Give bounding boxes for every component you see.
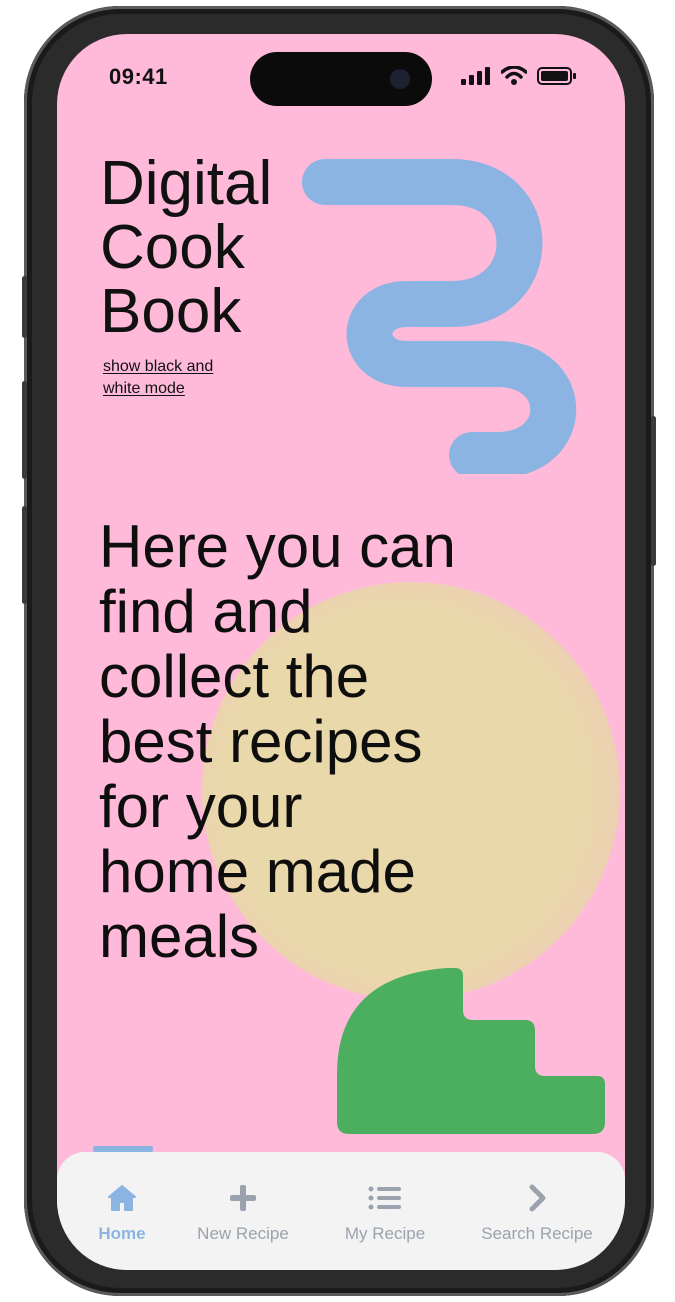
hero-line: home made: [99, 838, 416, 905]
volume-up-button: [22, 381, 27, 479]
hero-line: Here you can: [99, 513, 456, 580]
volume-down-button: [22, 506, 27, 604]
chevron-right-icon: [529, 1184, 546, 1212]
tab-home[interactable]: Home: [57, 1182, 192, 1244]
app-title: Digital Cook Book: [100, 152, 272, 344]
tab-label: New Recipe: [197, 1224, 289, 1243]
hero-line: meals: [99, 903, 260, 970]
decorative-wave-shape: [302, 159, 577, 474]
status-icons: [461, 66, 577, 86]
mute-switch: [22, 276, 27, 338]
status-time: 09:41: [109, 64, 168, 89]
power-button: [651, 416, 656, 566]
tab-my-recipe[interactable]: My Recipe: [315, 1182, 455, 1244]
plus-icon: [230, 1185, 256, 1211]
active-tab-indicator: [93, 1146, 153, 1152]
hero-line: find and: [99, 578, 313, 645]
bottom-tab-bar: Home New Recipe My Recipe Search Recipe: [57, 1146, 625, 1270]
home-icon: [108, 1185, 136, 1211]
title-line: Digital: [100, 149, 273, 218]
camera-icon: [390, 69, 410, 89]
tab-label: My Recipe: [344, 1224, 426, 1243]
dynamic-island: [250, 52, 432, 106]
black-white-mode-link[interactable]: show black and white mode: [103, 356, 243, 400]
list-icon: [368, 1186, 401, 1210]
hero-text: Here you can find and collect the best r…: [99, 514, 559, 969]
hero-line: for your: [99, 773, 303, 840]
tab-new-recipe[interactable]: New Recipe: [173, 1182, 313, 1244]
battery-icon: [537, 67, 576, 85]
title-line: Book: [100, 277, 242, 346]
app-screen: 09:41 Digital Cook Book show black and w…: [57, 34, 625, 1270]
tab-label: Home: [98, 1224, 146, 1243]
hero-line: best recipes: [99, 708, 423, 775]
title-line: Cook: [100, 213, 245, 282]
wifi-icon: [501, 66, 527, 85]
tab-label: Search Recipe: [481, 1224, 593, 1243]
cellular-signal-icon: [461, 67, 490, 85]
tab-search-recipe[interactable]: Search Recipe: [467, 1182, 607, 1244]
decorative-steps-shape: [337, 968, 605, 1134]
hero-line: collect the: [99, 643, 370, 710]
